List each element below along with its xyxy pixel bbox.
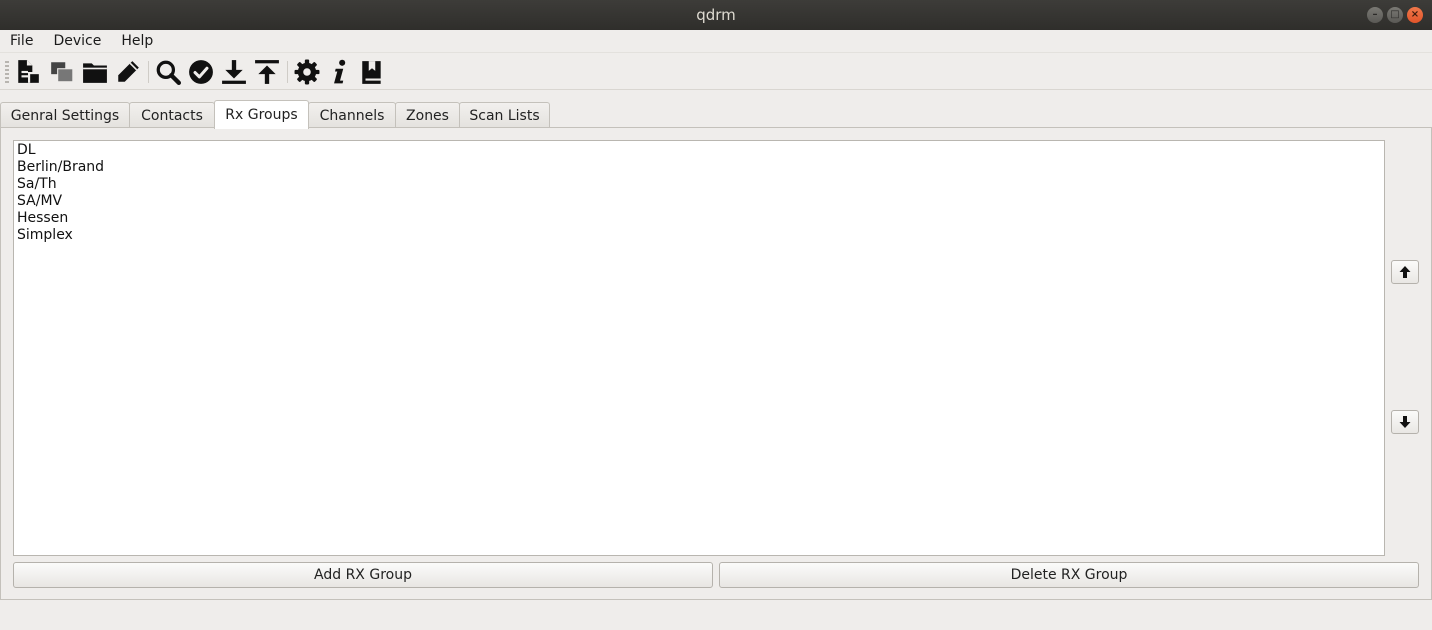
- arrow-up-icon: [1399, 266, 1411, 278]
- bookmark-book-icon: [362, 61, 381, 84]
- menu-bar: File Device Help: [0, 30, 1432, 52]
- tab-general-settings[interactable]: Genral Settings: [0, 102, 130, 128]
- menu-file[interactable]: File: [0, 30, 43, 52]
- window-titlebar: qdrm – □ ×: [0, 0, 1432, 30]
- close-button[interactable]: ×: [1407, 7, 1423, 23]
- open-folder-icon: [83, 63, 107, 83]
- list-item[interactable]: Berlin/Brand: [17, 159, 1381, 176]
- edit-pencil-icon: [118, 61, 139, 82]
- list-item[interactable]: Simplex: [17, 227, 1381, 244]
- minimize-button[interactable]: –: [1367, 7, 1383, 23]
- verify-check-icon: [189, 60, 213, 84]
- rx-groups-pane: DL Berlin/Brand Sa/Th SA/MV Hessen Simpl…: [0, 127, 1432, 600]
- tab-channels[interactable]: Channels: [308, 102, 396, 128]
- list-item[interactable]: DL: [17, 142, 1381, 159]
- arrow-down-icon: [1399, 416, 1411, 428]
- menu-device[interactable]: Device: [43, 30, 111, 52]
- maximize-button[interactable]: □: [1387, 7, 1403, 23]
- download-icon: [222, 60, 246, 84]
- list-item[interactable]: SA/MV: [17, 193, 1381, 210]
- rx-group-list[interactable]: DL Berlin/Brand Sa/Th SA/MV Hessen Simpl…: [13, 140, 1385, 556]
- menu-help[interactable]: Help: [111, 30, 163, 52]
- tab-scan-lists[interactable]: Scan Lists: [459, 102, 550, 128]
- settings-gear-icon: [294, 59, 320, 85]
- list-item[interactable]: Hessen: [17, 210, 1381, 227]
- list-item[interactable]: Sa/Th: [17, 176, 1381, 193]
- info-button[interactable]: [326, 58, 354, 86]
- move-down-button[interactable]: [1391, 410, 1419, 434]
- bookmark-button[interactable]: [358, 58, 386, 86]
- download-button[interactable]: [220, 58, 248, 86]
- window-controls: – □ ×: [1367, 7, 1423, 23]
- copy-button[interactable]: [48, 58, 76, 86]
- settings-button[interactable]: [293, 58, 321, 86]
- edit-button[interactable]: [114, 58, 142, 86]
- info-icon: [334, 59, 346, 84]
- verify-button[interactable]: [187, 58, 215, 86]
- copy-icon: [51, 62, 74, 83]
- tab-contacts[interactable]: Contacts: [129, 102, 215, 128]
- add-rx-group-button[interactable]: Add RX Group: [13, 562, 713, 588]
- delete-rx-group-button[interactable]: Delete RX Group: [719, 562, 1419, 588]
- upload-button[interactable]: [253, 58, 281, 86]
- new-file-button[interactable]: [14, 58, 42, 86]
- search-button[interactable]: [154, 58, 182, 86]
- search-icon: [156, 60, 181, 85]
- upload-icon: [255, 60, 279, 84]
- move-up-button[interactable]: [1391, 260, 1419, 284]
- new-file-icon: [18, 60, 39, 83]
- toolbar-separator: [148, 61, 149, 83]
- window-title: qdrm: [696, 6, 736, 24]
- open-folder-button[interactable]: [81, 58, 109, 86]
- tab-rx-groups[interactable]: Rx Groups: [214, 100, 309, 129]
- tab-zones[interactable]: Zones: [395, 102, 460, 128]
- toolbar-grip[interactable]: [5, 61, 9, 83]
- toolbar-separator: [287, 61, 288, 83]
- toolbar: [0, 52, 1432, 90]
